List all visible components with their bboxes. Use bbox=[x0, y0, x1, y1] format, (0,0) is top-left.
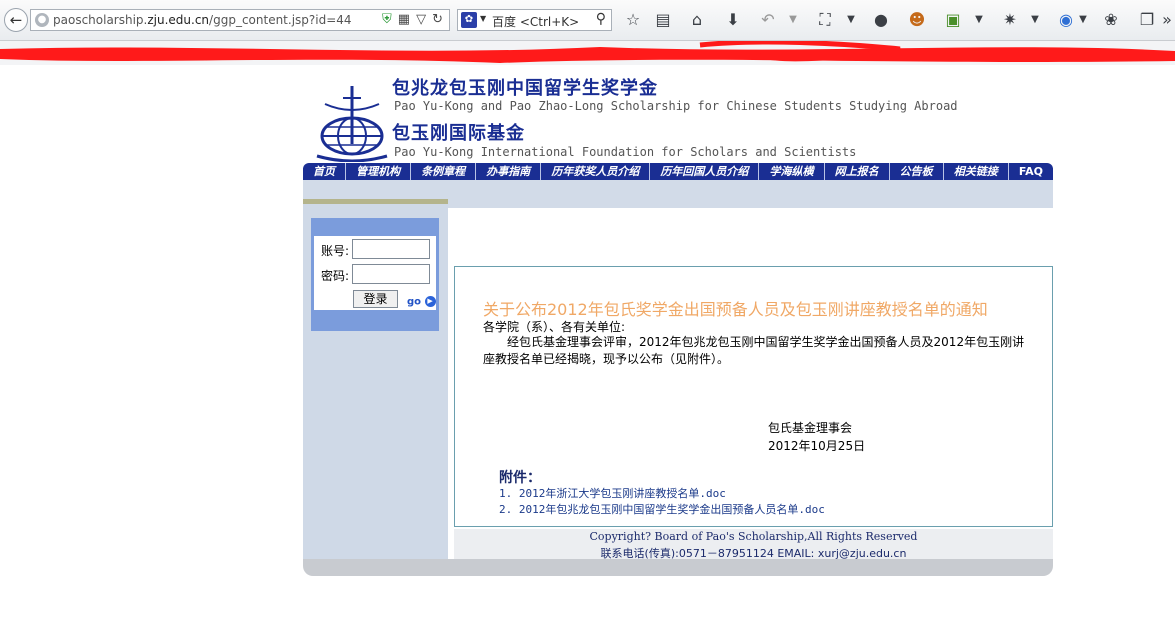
title-cn-foundation: 包玉刚国际基金 bbox=[392, 123, 525, 144]
home-icon[interactable]: ⌂ bbox=[686, 9, 708, 31]
attachment-link-1[interactable]: 1. 2012年浙江大学包玉刚讲座教授名单.doc bbox=[499, 485, 726, 501]
search-icon[interactable]: ⚲ bbox=[596, 11, 606, 27]
bookmarks-list-icon[interactable]: ▤ bbox=[652, 9, 674, 31]
account-input[interactable] bbox=[352, 239, 430, 259]
url-domain: zju.edu.cn bbox=[147, 13, 210, 27]
address-bar[interactable]: ● paoscholarship.zju.edu.cn/ggp_content.… bbox=[30, 9, 450, 31]
attachments-title: 附件： bbox=[499, 470, 541, 486]
login-button[interactable]: 登录 bbox=[353, 290, 398, 308]
go-link[interactable]: go ▶ bbox=[407, 296, 436, 308]
overflow-icon[interactable]: » bbox=[1156, 9, 1175, 31]
title-en-scholarship: Pao Yu-Kong and Pao Zhao-Long Scholarshi… bbox=[394, 99, 958, 113]
copyright-text: Copyright? Board of Pao's Scholarship,Al… bbox=[589, 530, 918, 543]
nav-management[interactable]: 管理机构 bbox=[345, 163, 410, 180]
shield-icon[interactable]: ⛨ bbox=[382, 12, 392, 27]
notice-body: 经包氏基金理事会评审，2012年包兆龙包玉刚中国留学生奖学金出国预备人员及201… bbox=[483, 335, 1025, 366]
copy-icon[interactable]: ❐ bbox=[1136, 9, 1158, 31]
url-path: /ggp_content.jsp?id=44 bbox=[209, 13, 352, 27]
user-icon[interactable]: ● bbox=[870, 9, 892, 31]
engine-dropdown-icon[interactable]: ▼ bbox=[480, 14, 486, 23]
undo-dropdown-icon[interactable]: ▼ bbox=[782, 9, 804, 31]
extension-dropdown-icon[interactable]: ▼ bbox=[968, 9, 990, 31]
nav-home[interactable]: 首页 bbox=[303, 163, 345, 180]
dropdown-arrow-icon[interactable]: ▽ bbox=[416, 12, 426, 27]
browser-toolbar: ← ● paoscholarship.zju.edu.cn/ggp_conten… bbox=[0, 0, 1175, 41]
notice-content: 关于公布2012年包氏奖学金出国预备人员及包玉刚讲座教授名单的通知 各学院（系）… bbox=[454, 266, 1053, 527]
nav-bulletin[interactable]: 公告板 bbox=[888, 163, 943, 180]
translate-dropdown-icon[interactable]: ▼ bbox=[1072, 9, 1094, 31]
bookmarks-bar-redacted bbox=[0, 39, 1175, 65]
anchor-globe-logo-icon bbox=[316, 86, 388, 162]
title-cn-scholarship: 包兆龙包玉刚中国留学生奖学金 bbox=[392, 78, 658, 99]
download-icon[interactable]: ⬇ bbox=[722, 9, 744, 31]
bottom-bar bbox=[303, 559, 1053, 576]
nav-online-application[interactable]: 网上报名 bbox=[823, 163, 889, 180]
notice-signature-org: 包氏基金理事会 bbox=[768, 421, 853, 435]
extension-green-icon[interactable]: ▣ bbox=[942, 9, 964, 31]
login-panel: 账号: 密码: 登录 go ▶ bbox=[311, 218, 439, 331]
site-container: 包兆龙包玉刚中国留学生奖学金 Pao Yu-Kong and Pao Zhao-… bbox=[303, 66, 1053, 578]
back-button[interactable]: ← bbox=[4, 8, 28, 32]
nav-guide[interactable]: 办事指南 bbox=[475, 163, 540, 180]
attachment-link-2[interactable]: 2. 2012年包兆龙包玉刚中国留学生奖学金出国预备人员名单.doc bbox=[499, 501, 825, 517]
qr-code-icon[interactable]: ▦ bbox=[398, 12, 410, 27]
nav-links[interactable]: 相关链接 bbox=[942, 163, 1008, 180]
search-box[interactable]: ✿ ▼ 百度 <Ctrl+K> ⚲ bbox=[457, 9, 612, 31]
notice-title: 关于公布2012年包氏奖学金出国预备人员及包玉刚讲座教授名单的通知 bbox=[483, 300, 988, 319]
bug-dropdown-icon[interactable]: ▼ bbox=[1024, 9, 1046, 31]
main-nav: 首页 管理机构 条例章程 办事指南 历年获奖人员介绍 历年回国人员介绍 学海纵横… bbox=[303, 163, 1053, 180]
crop-icon[interactable]: ⛶ bbox=[814, 9, 836, 31]
footer: Copyright? Board of Pao's Scholarship,Al… bbox=[454, 529, 1053, 560]
go-label: go bbox=[407, 296, 422, 308]
password-label: 密码: bbox=[321, 269, 350, 283]
nav-awardees[interactable]: 历年获奖人员介绍 bbox=[540, 163, 649, 180]
redaction-scribble bbox=[0, 39, 1175, 63]
globe-icon: ● bbox=[35, 13, 49, 27]
bookmark-star-icon[interactable]: ☆ bbox=[622, 9, 644, 31]
palette-icon[interactable]: ❀ bbox=[1100, 9, 1122, 31]
extension-face-icon[interactable]: ☻ bbox=[906, 9, 928, 31]
bug-icon[interactable]: ✷ bbox=[999, 9, 1021, 31]
nav-academic[interactable]: 学海纵横 bbox=[758, 163, 823, 180]
reload-icon[interactable]: ↻ bbox=[432, 12, 443, 27]
nav-faq[interactable]: FAQ bbox=[1007, 163, 1053, 180]
title-en-foundation: Pao Yu-Kong International Foundation for… bbox=[394, 145, 857, 159]
play-arrow-icon: ▶ bbox=[424, 296, 436, 307]
nav-returnees[interactable]: 历年回国人员介绍 bbox=[649, 163, 758, 180]
url-host: paoscholarship. bbox=[53, 13, 148, 27]
account-label: 账号: bbox=[321, 244, 350, 258]
notice-signature-date: 2012年10月25日 bbox=[768, 439, 866, 453]
search-input[interactable]: 百度 <Ctrl+K> bbox=[492, 13, 579, 30]
nav-regulations[interactable]: 条例章程 bbox=[410, 163, 475, 180]
crop-dropdown-icon[interactable]: ▼ bbox=[840, 9, 862, 31]
url-actions: ⛨ ▦ ▽ ↻ bbox=[376, 12, 443, 27]
sidebar: 账号: 密码: 登录 go ▶ bbox=[303, 199, 448, 564]
notice-salutation: 各学院（系）、各有关单位: bbox=[483, 320, 626, 334]
url-text: paoscholarship.zju.edu.cn/ggp_content.js… bbox=[53, 13, 352, 27]
back-arrow-icon: ← bbox=[9, 11, 23, 29]
undo-icon[interactable]: ↶ bbox=[757, 9, 779, 31]
baidu-paw-icon[interactable]: ✿ bbox=[461, 12, 477, 28]
password-input[interactable] bbox=[352, 264, 430, 284]
